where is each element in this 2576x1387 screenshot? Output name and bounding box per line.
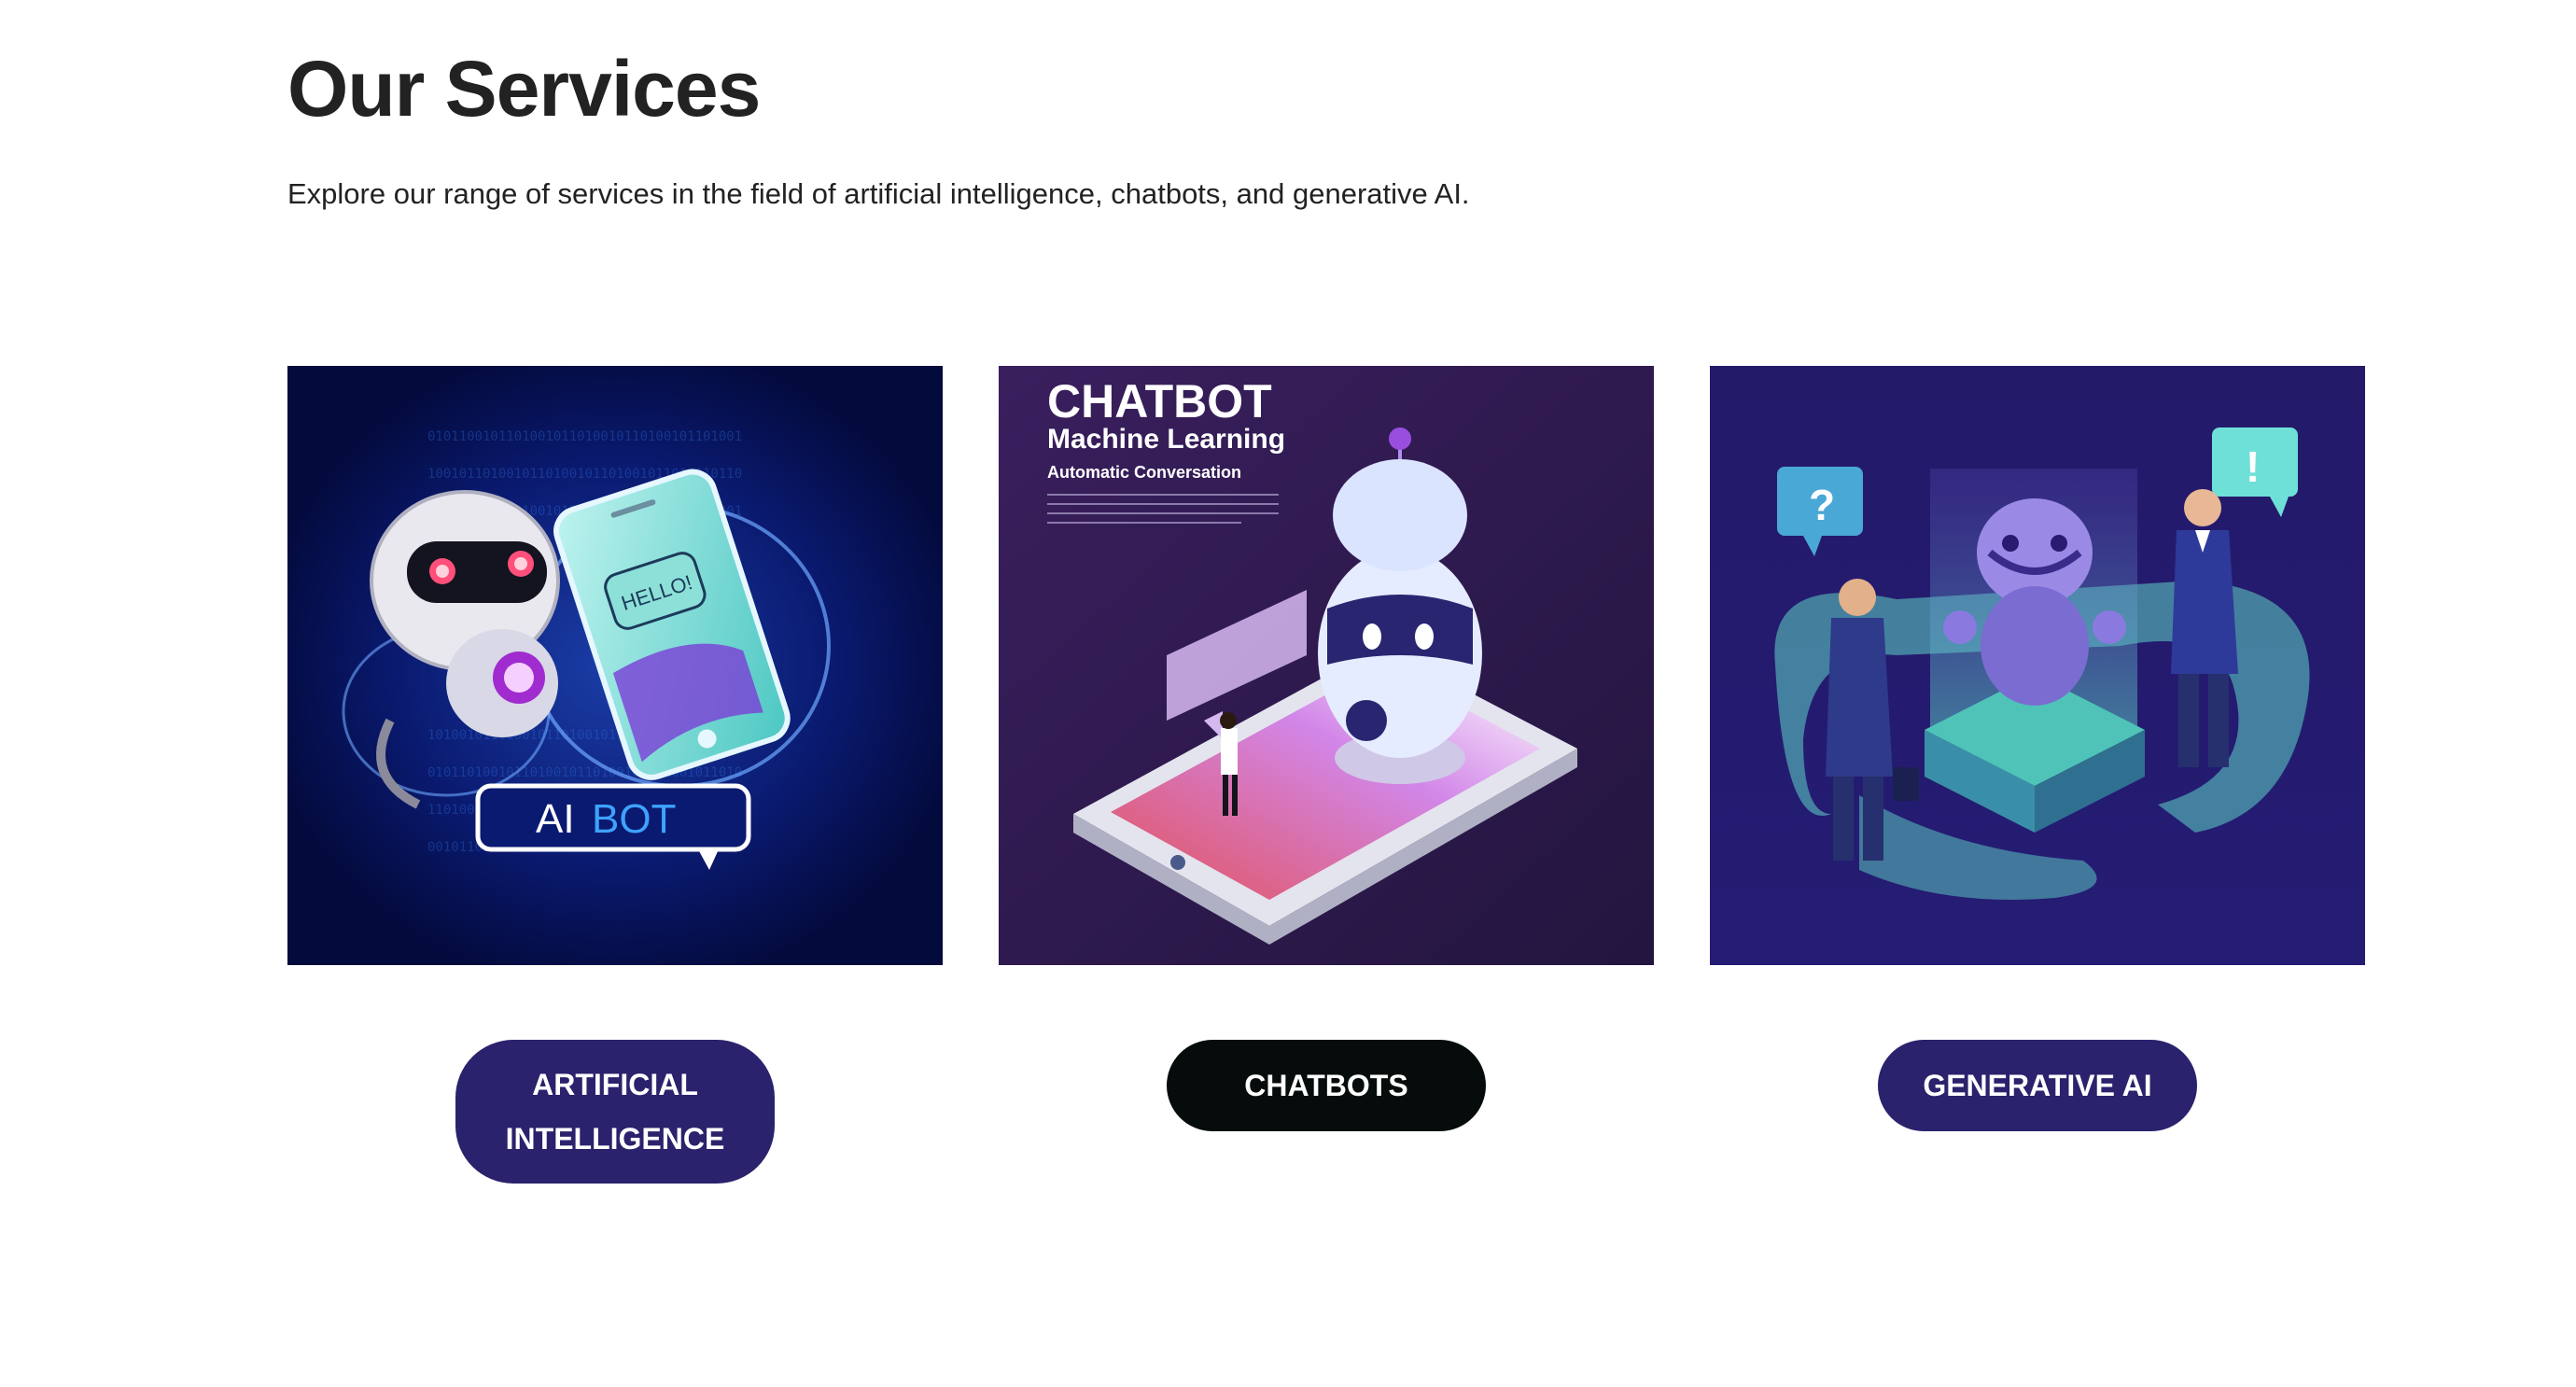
question-mark: ? — [1809, 481, 1835, 529]
generative-ai-button[interactable]: GENERATIVE AI — [1878, 1040, 2197, 1131]
chatbots-button[interactable]: CHATBOTS — [1167, 1040, 1486, 1131]
artificial-intelligence-button[interactable]: ARTIFICIAL INTELLIGENCE — [455, 1040, 775, 1184]
chatbot-illustration: CHATBOT Machine Learning Automatic Conve… — [999, 366, 1654, 965]
page-title: Our Services — [287, 45, 761, 133]
services-header: Our Services Explore our range of servic… — [287, 37, 1470, 213]
chatbot-title: CHATBOT — [1047, 375, 1272, 427]
page-subtitle: Explore our range of services in the fie… — [287, 177, 1470, 210]
chatbot-tagline: Automatic Conversation — [1047, 463, 1241, 482]
bot-text: BOT — [592, 796, 676, 842]
generative-ai-illustration: ? ! — [1710, 366, 2365, 965]
chatbot-subtitle: Machine Learning — [1047, 424, 1285, 455]
ai-bot-illustration: 0101100101101001011010010110100101101001… — [287, 366, 943, 965]
svg-text:010110010110100101101001011010: 0101100101101001011010010110100101101001 — [427, 429, 742, 444]
exclamation-mark: ! — [2246, 442, 2260, 491]
svg-text:010110100101101001011010010110: 0101101001011010010110100101101001011010 — [427, 765, 742, 780]
ai-text: AI — [536, 796, 575, 842]
